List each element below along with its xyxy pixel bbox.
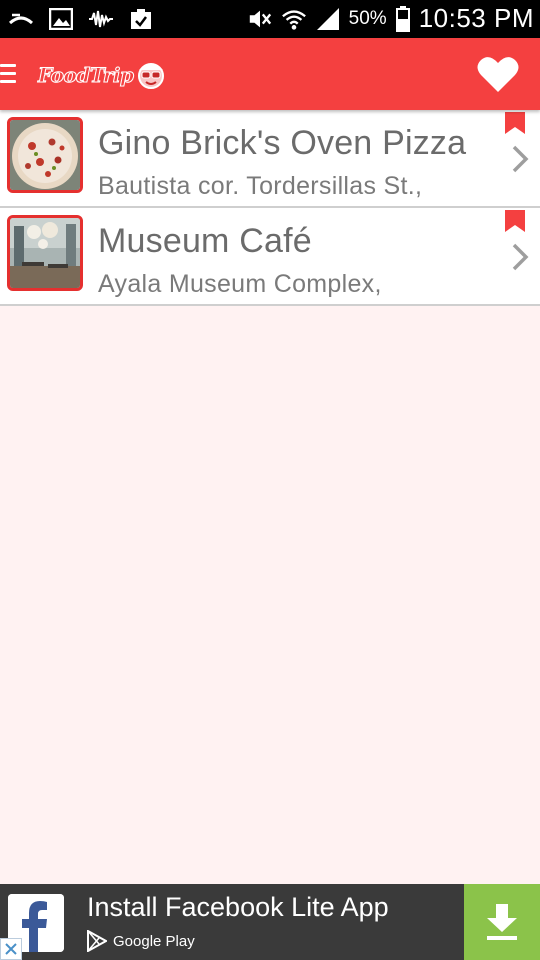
ad-close-button[interactable] — [0, 938, 22, 960]
app-logo: FoodTrip — [37, 58, 167, 92]
missed-call-icon — [8, 6, 34, 32]
status-bar-system: 50% 10:53 PM — [247, 3, 534, 34]
bookmark-icon[interactable] — [505, 112, 525, 134]
foodtrip-mascot-icon — [138, 63, 165, 89]
bookmark-icon[interactable] — [505, 210, 525, 232]
hamburger-icon-line — [0, 80, 16, 83]
restaurant-address: Ayala Museum Complex, — [98, 270, 382, 298]
ad-title: Install Facebook Lite App — [87, 892, 389, 922]
download-icon — [487, 904, 517, 940]
chevron-right-icon[interactable] — [510, 242, 530, 272]
hamburger-icon-line — [0, 64, 16, 67]
download-button[interactable] — [464, 884, 540, 960]
favorites-heart-icon[interactable] — [476, 54, 520, 94]
hamburger-icon-line — [0, 72, 16, 75]
wifi-icon — [281, 6, 307, 32]
google-play-label: Google Play — [113, 932, 195, 950]
mute-icon — [247, 6, 273, 32]
ad-banner[interactable]: Install Facebook Lite App Google Play — [0, 884, 540, 960]
restaurant-address: Bautista cor. Tordersillas St., — [98, 172, 423, 200]
signal-icon — [315, 6, 341, 32]
app-logo-text: FoodTrip — [37, 63, 134, 88]
chevron-right-icon[interactable] — [510, 144, 530, 174]
restaurant-name: Museum Café — [98, 222, 312, 260]
battery-icon — [395, 5, 411, 32]
app-bar: FoodTrip — [0, 38, 540, 110]
status-bar-notifications — [8, 6, 154, 32]
menu-button[interactable] — [0, 62, 18, 86]
restaurant-name: Gino Brick's Oven Pizza — [98, 124, 467, 162]
google-play-badge: Google Play — [87, 930, 195, 952]
list-item[interactable]: Gino Brick's Oven Pizza Bautista cor. To… — [0, 110, 540, 208]
pizza-image — [10, 120, 80, 190]
status-bar: 50% 10:53 PM — [0, 0, 540, 38]
image-icon — [48, 6, 74, 32]
cafe-interior-image — [10, 218, 80, 288]
restaurant-thumbnail — [7, 215, 83, 291]
restaurant-list: Gino Brick's Oven Pizza Bautista cor. To… — [0, 110, 540, 306]
clipboard-check-icon — [128, 6, 154, 32]
clock: 10:53 PM — [418, 3, 534, 33]
list-item[interactable]: Museum Café Ayala Museum Complex, — [0, 208, 540, 306]
google-play-icon — [87, 930, 107, 952]
battery-percent: 50% — [348, 7, 387, 29]
voicemail-icon — [88, 6, 114, 32]
restaurant-thumbnail — [7, 117, 83, 193]
close-icon — [5, 943, 17, 955]
